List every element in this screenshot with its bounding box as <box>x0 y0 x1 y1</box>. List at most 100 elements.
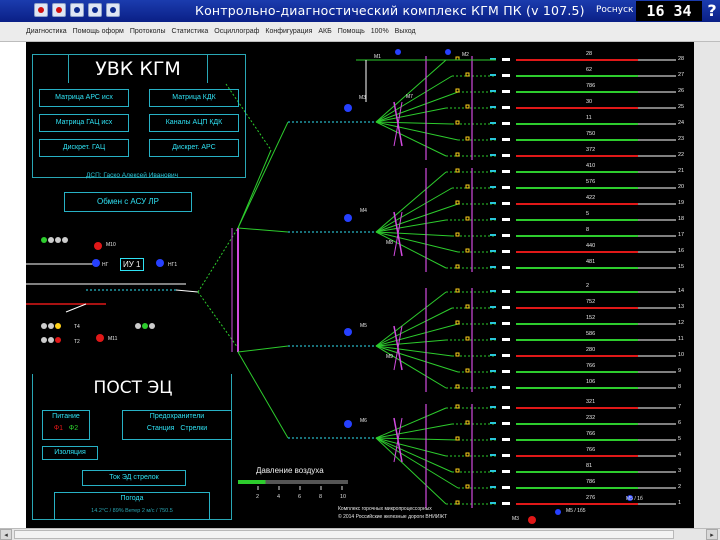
iu-indicator[interactable]: ИУ 1 <box>120 258 144 271</box>
branch-track <box>237 227 289 233</box>
track-value: 232 <box>586 415 596 421</box>
alarm-icon[interactable] <box>52 3 66 17</box>
switch-marker <box>455 232 460 237</box>
phase1-label: Ф1 <box>53 425 64 432</box>
menu-item-forms[interactable]: Помощь оформ <box>73 28 124 35</box>
track-number: 7 <box>678 404 682 410</box>
retarder-marker <box>502 90 510 93</box>
menu-item-logs[interactable]: Протоколы <box>130 28 166 35</box>
signal-lamp <box>555 509 561 515</box>
track-value: 586 <box>586 331 596 337</box>
retarder-marker <box>502 106 510 109</box>
power-label: Питание <box>52 413 80 420</box>
retarder-marker <box>502 306 510 309</box>
signal-label: М9 <box>386 354 393 360</box>
signal-label: М4 <box>360 208 367 214</box>
switch-marker <box>465 484 470 489</box>
track-number: 19 <box>678 200 685 206</box>
signal-label: Т4 <box>74 324 80 330</box>
menu-item-help[interactable]: Помощь <box>338 28 365 35</box>
signal-lamp <box>395 49 401 55</box>
help-button[interactable]: ? <box>704 1 720 21</box>
status-icon[interactable] <box>70 3 84 17</box>
switch-marker <box>455 468 460 473</box>
signal-lamp <box>55 237 61 243</box>
menu-bar: Диагностика Помощь оформ Протоколы Стати… <box>0 22 720 42</box>
pressure-tick-label: 8 <box>319 494 322 500</box>
switch-current-button[interactable]: Ток ЭД стрелок <box>82 470 186 486</box>
menu-item-diagnostics[interactable]: Диагностика <box>26 28 67 35</box>
signal-lamp <box>344 214 352 222</box>
track-number: 2 <box>678 484 682 490</box>
menu-item-zoom[interactable]: 100% <box>371 28 389 35</box>
insulation-button[interactable]: Изоляция <box>42 446 98 460</box>
retarder-marker <box>490 266 496 268</box>
discrete-ars-button[interactable]: Дискрет. АРС <box>149 139 239 157</box>
signal-label: М3 <box>359 95 366 101</box>
signal-label: Т2 <box>74 339 80 345</box>
status-icon[interactable] <box>88 3 102 17</box>
menu-item-exit[interactable]: Выход <box>395 28 416 35</box>
signal-lamp <box>94 242 102 250</box>
signal-label: М5 <box>360 323 367 329</box>
track-value: 481 <box>586 259 596 265</box>
fuse-switches[interactable]: Стрелки <box>180 425 207 432</box>
menu-item-battery[interactable]: АКБ <box>318 28 331 35</box>
track-value: 766 <box>586 363 596 369</box>
discrete-gac-button[interactable]: Дискрет. ГАЦ <box>39 139 129 157</box>
track-number: 11 <box>678 336 684 342</box>
retarder-marker <box>490 122 496 124</box>
adc-channels-button[interactable]: Каналы АЦП КДК <box>149 114 239 132</box>
track-number: 18 <box>678 216 685 222</box>
track-value: 276 <box>586 495 596 501</box>
track-number: 6 <box>678 420 682 426</box>
track-number: 8 <box>678 384 682 390</box>
scroll-thumb[interactable] <box>14 530 674 539</box>
power-panel[interactable]: Питание Ф1 Ф2 <box>42 410 90 440</box>
signal-label: М5 / 1б <box>626 496 643 502</box>
retarder-marker <box>502 202 510 205</box>
retarder-marker <box>490 322 496 324</box>
fuses-panel[interactable]: Предохранители Станция Стрелки <box>122 410 232 440</box>
signal-label: М11 <box>108 336 118 342</box>
matrix-kdk-button[interactable]: Матрица КДК <box>149 89 239 107</box>
retarder-marker <box>490 502 496 504</box>
retarder-marker <box>490 438 496 440</box>
footer-line1: Комплекс горочных микропроцессорных <box>338 506 432 512</box>
retarder-marker <box>490 486 496 488</box>
track-number: 28 <box>678 56 685 62</box>
horizontal-scrollbar[interactable]: ◂ ▸ <box>0 528 720 540</box>
weather-panel[interactable]: Погода 14.2°С / 89% Ветер 2 м/с / 750.5 <box>54 492 210 520</box>
scroll-right-icon[interactable]: ▸ <box>706 529 718 540</box>
scroll-left-icon[interactable]: ◂ <box>0 529 12 540</box>
menu-item-statistics[interactable]: Статистика <box>172 28 209 35</box>
menu-item-oscilloscope[interactable]: Осциллограф <box>214 28 259 35</box>
switch-marker <box>455 436 460 441</box>
matrix-gac-button[interactable]: Матрица ГАЦ исх <box>39 114 129 132</box>
track-value: 321 <box>586 399 596 405</box>
track-value: 5 <box>586 211 590 217</box>
status-icon[interactable] <box>106 3 120 17</box>
retarder-marker <box>502 234 510 237</box>
record-icon[interactable] <box>34 3 48 17</box>
signal-label: НГ1 <box>168 262 178 268</box>
fan-track <box>375 291 447 347</box>
track-value: 2 <box>586 283 590 289</box>
retarder-marker <box>502 170 510 173</box>
left-margin <box>0 42 26 528</box>
matrix-ars-button[interactable]: Матрица АРС исх <box>39 89 129 107</box>
branch-track <box>237 351 289 439</box>
vertical-scrollbar[interactable] <box>694 42 720 528</box>
track-value: 410 <box>586 163 596 169</box>
asu-exchange-button[interactable]: Обмен с АСУ ЛР <box>64 192 192 212</box>
fuse-station[interactable]: Станция <box>147 425 175 432</box>
fan-track <box>375 345 447 389</box>
switch-marker <box>465 136 470 141</box>
menu-item-config[interactable]: Конфигурация <box>265 28 312 35</box>
retarder-marker <box>502 250 510 253</box>
signal-lamp <box>142 323 148 329</box>
switch-marker <box>465 452 470 457</box>
retarder-marker <box>502 502 510 505</box>
retarder-marker <box>502 138 510 141</box>
track-number: 17 <box>678 232 685 238</box>
